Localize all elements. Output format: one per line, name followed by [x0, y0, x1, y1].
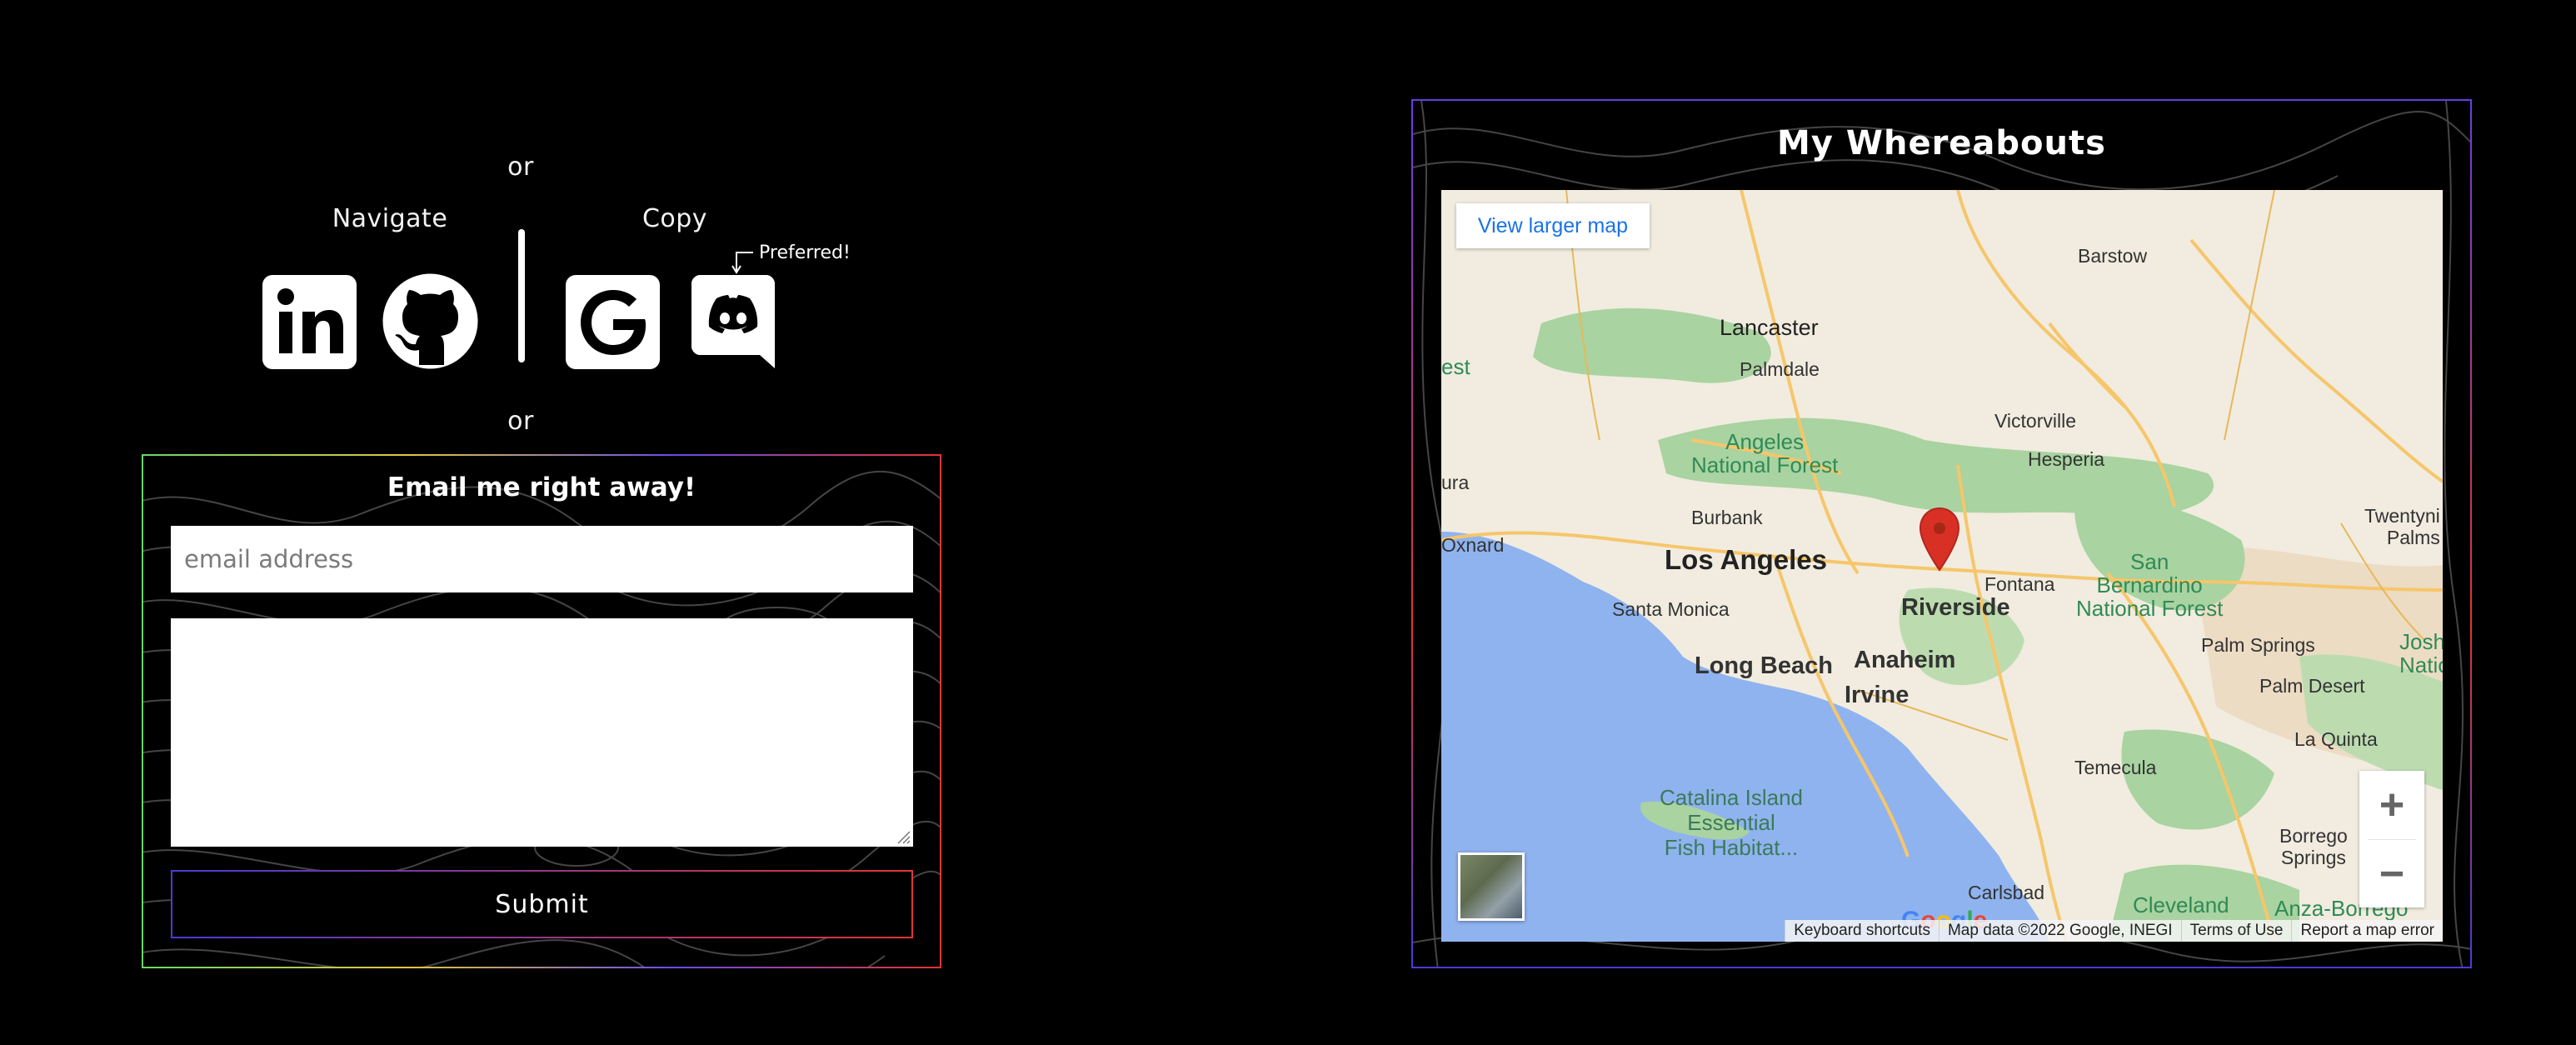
email-panel-title: Email me right away! [387, 472, 696, 502]
map-label-angeles-nf: Angeles National Forest [1691, 429, 1839, 478]
map-label-los-angeles: Los Angeles [1665, 544, 1827, 575]
map-label-palm-desert: Palm Desert [2259, 675, 2365, 697]
email-input[interactable] [171, 526, 913, 592]
location-pin-icon[interactable] [1918, 507, 1961, 572]
or-separator-top: or [507, 152, 534, 182]
linkedin-button[interactable] [262, 275, 357, 369]
discord-copy-button[interactable] [691, 275, 775, 368]
map-label-anaheim: Anaheim [1854, 647, 1956, 673]
map-label-burbank: Burbank [1691, 507, 1763, 528]
github-icon [382, 273, 478, 369]
or-separator-bottom: or [507, 407, 534, 436]
discord-icon [691, 275, 775, 368]
map-label-barstow: Barstow [2078, 245, 2148, 267]
submit-button[interactable]: Submit [171, 870, 913, 938]
map-label-borrego-springs: Borrego Springs [2279, 825, 2348, 868]
map-label-ura: ura [1441, 472, 1470, 493]
map-label-palm-springs: Palm Springs [2201, 634, 2315, 656]
map-label-carlsbad: Carlsbad [1968, 882, 2045, 903]
map-label-hesperia: Hesperia [2028, 448, 2105, 470]
map-label-lancaster: Lancaster [1720, 315, 1819, 340]
map-label-est: est [1441, 354, 1470, 379]
map-title: My Whereabouts [1777, 124, 2106, 162]
google-map[interactable]: Barstow Lancaster Palmdale Victorville H… [1441, 190, 2443, 942]
map-data-attribution: Map data ©2022 Google, INEGI [1938, 920, 2181, 942]
preferred-arrow-icon [731, 252, 753, 274]
map-label-riverside: Riverside [1901, 594, 2010, 621]
map-label-san-bernardino-nf: San Bernardino National Forest [2076, 549, 2224, 621]
map-label-cleveland: Cleveland [2133, 892, 2229, 918]
map-label-twentynine-palms: Twentyni Palms [2364, 505, 2440, 548]
view-larger-map-link[interactable]: View larger map [1456, 203, 1650, 248]
whereabouts-panel: My Whereabouts Barstow Lancaster Palmdal… [1411, 99, 2472, 968]
keyboard-shortcuts-link[interactable]: Keyboard shortcuts [1785, 920, 1939, 942]
github-button[interactable] [382, 273, 478, 369]
google-icon [566, 275, 660, 369]
map-label-irvine: Irvine [1845, 682, 1910, 708]
map-label-long-beach: Long Beach [1695, 652, 1833, 679]
email-form-panel: Email me right away! Submit [142, 454, 941, 968]
map-label-palmdale: Palmdale [1740, 358, 1820, 380]
map-label-santa-monica: Santa Monica [1612, 598, 1730, 620]
zoom-in-button[interactable]: + [2359, 771, 2424, 839]
map-label-oxnard: Oxnard [1441, 534, 1505, 556]
map-label-la-quinta: La Quinta [2294, 728, 2378, 750]
satellite-toggle-button[interactable] [1458, 852, 1525, 921]
linkedin-icon [262, 275, 357, 369]
zoom-out-button[interactable]: − [2359, 840, 2424, 908]
terms-of-use-link[interactable]: Terms of Use [2180, 920, 2292, 942]
preferred-label: Preferred! [759, 242, 851, 263]
map-label-victorville: Victorville [1994, 410, 2076, 432]
copy-label: Copy [642, 204, 708, 233]
zoom-controls: + − [2359, 771, 2424, 908]
navigate-label: Navigate [332, 204, 448, 233]
google-copy-button[interactable] [566, 275, 660, 369]
map-label-temecula: Temecula [2074, 757, 2157, 778]
map-label-fontana: Fontana [1984, 573, 2055, 595]
resize-handle-icon[interactable] [895, 828, 911, 845]
map-attribution-bar: Keyboard shortcuts Map data ©2022 Google… [1785, 920, 2443, 942]
report-map-error-link[interactable]: Report a map error [2291, 920, 2443, 942]
map-label-joshua-tree: Josh Natio [2399, 629, 2443, 678]
navigate-copy-divider [518, 229, 525, 362]
message-textarea[interactable] [171, 618, 913, 847]
map-label-catalina: Catalina Island Essential Fish Habitat..… [1660, 785, 1803, 860]
